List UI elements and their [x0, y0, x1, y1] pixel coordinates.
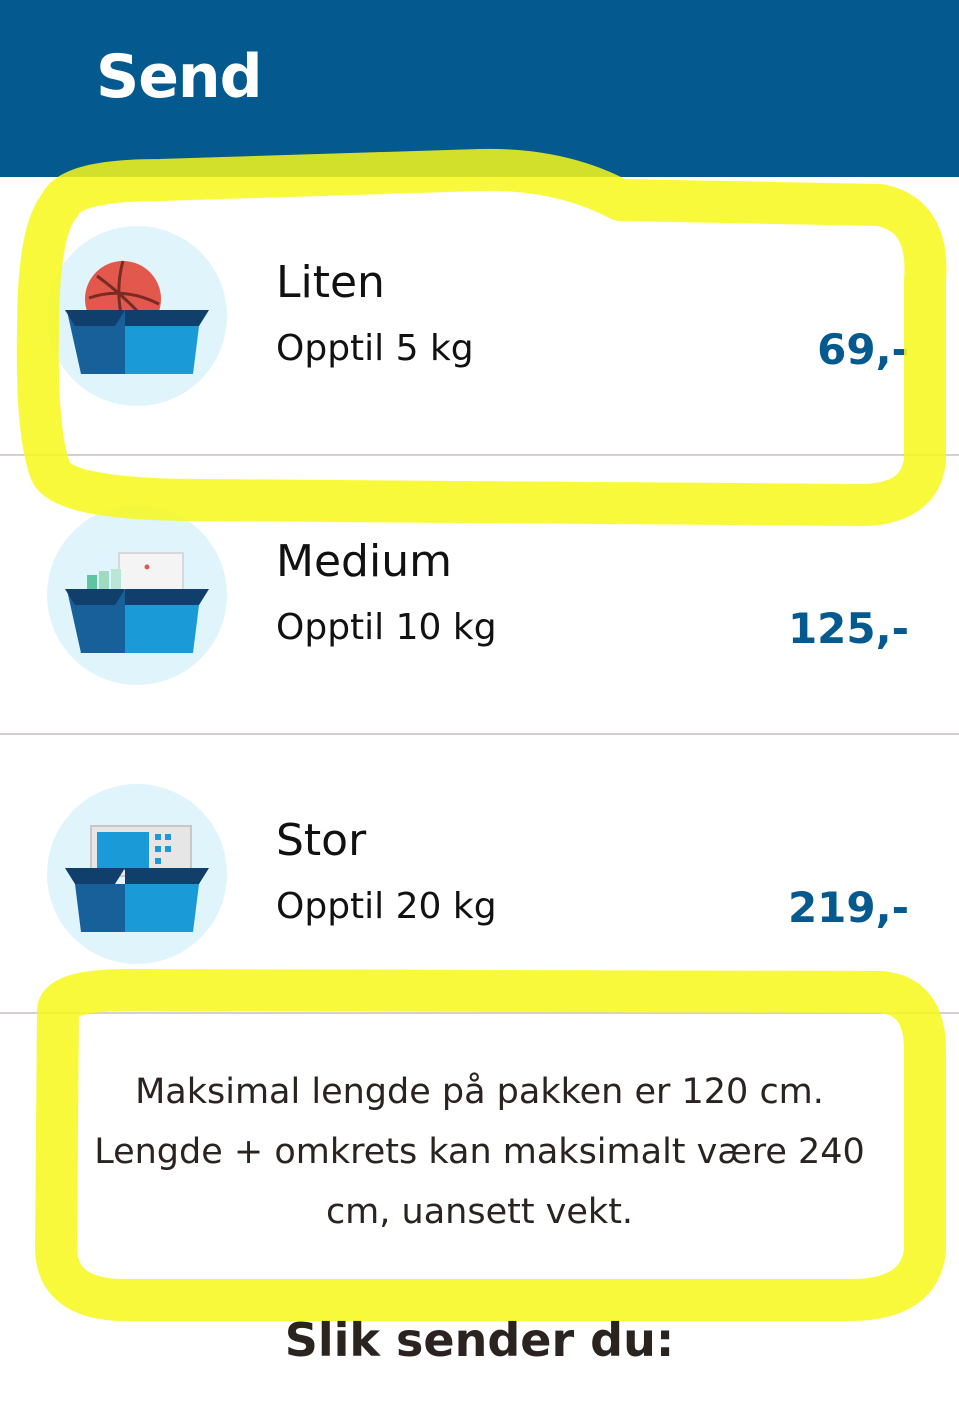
- info-line: Maksimal lengde på pakken er 120 cm.: [135, 1072, 824, 1112]
- how-to-send-heading: Slik sender du:: [284, 1313, 675, 1367]
- package-name: Stor: [276, 815, 367, 866]
- package-name: Medium: [276, 536, 452, 587]
- size-limits-info: Maksimal lengde på pakken er 120 cm. Len…: [60, 1062, 899, 1242]
- package-weight: Opptil 5 kg: [276, 328, 474, 369]
- info-line: cm, uansett vekt.: [325, 1192, 634, 1232]
- package-price: 69,-: [817, 325, 909, 374]
- package-option-stor[interactable]: Stor Opptil 20 kg 219,-: [0, 735, 959, 1013]
- package-price: 219,-: [787, 883, 909, 932]
- box-with-microwave-icon: [47, 784, 227, 964]
- package-weight: Opptil 20 kg: [276, 886, 497, 927]
- package-weight: Opptil 10 kg: [276, 607, 497, 648]
- package-option-medium[interactable]: Medium Opptil 10 kg 125,-: [0, 456, 959, 734]
- header-bar: Send: [0, 0, 959, 177]
- box-with-ball-icon: [47, 226, 227, 406]
- page-title: Send: [96, 42, 263, 112]
- package-option-liten[interactable]: Liten Opptil 5 kg 69,-: [0, 177, 959, 455]
- package-price: 125,-: [787, 604, 909, 653]
- box-with-books-icon: [47, 505, 227, 685]
- divider: [0, 1012, 959, 1014]
- package-name: Liten: [276, 257, 385, 308]
- send-screen: Send Liten Opptil 5 kg 69,- Medium Oppti…: [0, 0, 959, 1413]
- info-line: Lengde + omkrets kan maksimalt være 240: [94, 1132, 865, 1172]
